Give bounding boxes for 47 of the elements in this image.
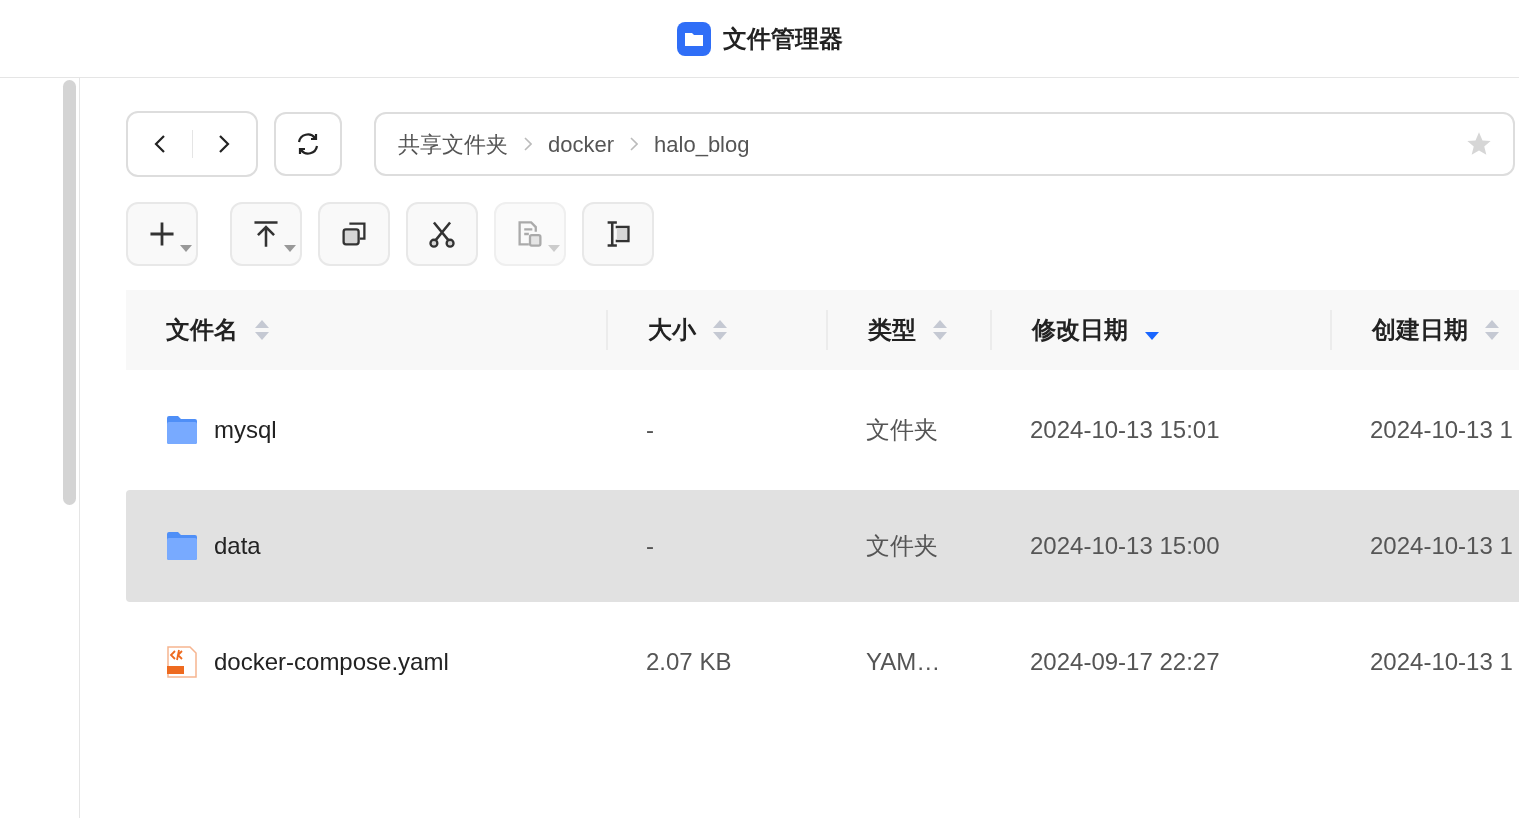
paste-icon [515, 219, 545, 249]
breadcrumb-item[interactable]: 共享文件夹 [396, 127, 510, 161]
rename-button[interactable] [582, 202, 654, 266]
forward-icon [218, 134, 231, 154]
file-row[interactable]: data - 文件夹 2024-10-13 15:00 2024-10-13 1 [126, 490, 1519, 602]
upload-button[interactable] [230, 202, 302, 266]
plus-icon [147, 219, 177, 249]
folder-icon [166, 531, 198, 561]
refresh-icon [295, 131, 321, 157]
scrollbar[interactable] [63, 80, 76, 505]
chevron-icon [524, 137, 532, 151]
created-date: 2024-10-13 1 [1370, 415, 1513, 445]
window-title: 文件管理器 [722, 23, 843, 54]
chevron-icon [630, 137, 639, 151]
copy-icon [339, 219, 369, 249]
new-button[interactable] [126, 202, 198, 266]
back-icon [153, 134, 166, 154]
created-date: 2024-10-13 1 [1370, 647, 1513, 677]
copy-button[interactable] [318, 202, 390, 266]
file-type: YAM… [866, 647, 941, 677]
file-size: - [646, 531, 654, 561]
scissors-icon [427, 219, 457, 249]
modified-date: 2024-10-13 15:00 [1030, 531, 1220, 561]
column-header[interactable]: 文件名 [166, 312, 238, 348]
cut-button[interactable] [406, 202, 478, 266]
column-header[interactable]: 大小 [648, 312, 696, 348]
created-date: 2024-10-13 1 [1370, 531, 1513, 561]
column-header[interactable]: 修改日期 [1032, 312, 1128, 348]
upload-icon [251, 219, 281, 249]
file-name: mysql [214, 415, 277, 445]
file-size: - [646, 415, 654, 445]
file-size: 2.07 KB [646, 647, 732, 677]
breadcrumb-item[interactable]: halo_blog [652, 127, 752, 161]
modified-date: 2024-10-13 15:01 [1030, 415, 1220, 445]
path-bar[interactable]: 共享文件夹 docker halo_blog [374, 112, 1515, 176]
folder-icon [166, 415, 198, 445]
refresh-button[interactable] [274, 112, 342, 176]
file-name: docker-compose.yaml [214, 647, 449, 677]
column-header[interactable]: 创建日期 [1372, 312, 1468, 348]
column-header[interactable]: 类型 [868, 312, 916, 348]
file-type: 文件夹 [866, 415, 938, 445]
modified-date: 2024-09-17 22:27 [1030, 647, 1220, 677]
breadcrumb-item[interactable]: docker [546, 127, 617, 161]
file-type: 文件夹 [866, 531, 938, 561]
yaml-file-icon [166, 646, 198, 678]
folder-app-icon [676, 21, 711, 56]
file-name: data [214, 531, 261, 561]
